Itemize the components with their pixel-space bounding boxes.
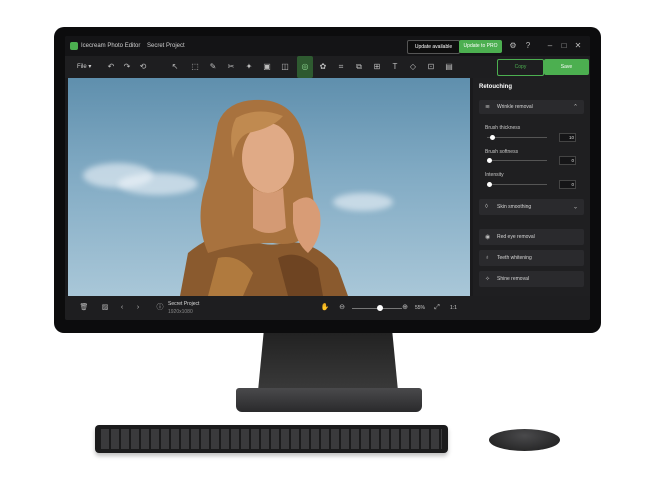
info-icon[interactable]: ⓘ [155,303,165,313]
brush-softness-value[interactable]: 0 [559,156,576,165]
chevron-right-icon[interactable]: › [133,303,143,313]
brush-softness-label: Brush softness [485,149,519,155]
file-dimensions: 1920x1080 [168,309,193,315]
marquee-icon[interactable]: ⬚ [189,61,201,73]
app-window: Icecream Photo Editor Secret Project Upd… [65,36,590,320]
brush-thickness-value[interactable]: 10 [559,133,576,142]
tooth-icon: ♁ [485,255,490,261]
chevron-left-icon[interactable]: ‹ [117,303,127,313]
cut-icon[interactable]: ✂ [225,61,237,73]
shine-removal-row[interactable]: ✧ Shine removal [479,271,584,287]
mouse [489,429,560,451]
magic-wand-icon[interactable]: ✦ [243,61,255,73]
fit-screen-icon[interactable]: ⤢ [432,303,442,313]
chevron-up-icon: ⌃ [572,104,578,111]
file-name: Secret Project [168,301,200,307]
crop-icon[interactable]: ⌗ [335,61,347,73]
maximize-icon[interactable]: □ [559,41,569,51]
resize-icon[interactable]: ⧉ [353,61,365,73]
panel-title: Retouching [479,84,512,90]
trash-icon[interactable]: 🗑 [79,303,89,313]
zoom-in-icon[interactable]: ⊕ [400,303,410,313]
update-available-button[interactable]: Update available [407,40,460,54]
wrinkle-icon: ≋ [485,104,491,111]
intensity-knob[interactable] [487,182,492,187]
close-icon[interactable]: ✕ [573,41,583,51]
intensity-value[interactable]: 0 [559,180,576,189]
frame-icon[interactable]: ◫ [279,61,291,73]
select-arrow-icon[interactable]: ↖ [169,61,181,73]
status-bar: 🗑 ▨ ‹ › ⓘ Secret Project 1920x1080 ✋ ⊖ ⊕… [65,296,590,320]
skin-smoothing-row[interactable]: ◊ Skin smoothing ⌄ [479,199,584,215]
eye-icon: ◉ [485,234,491,241]
skin-smoothing-label: Skin smoothing [497,204,532,210]
brush-softness-track[interactable] [487,160,547,161]
upgrade-pro-button[interactable]: Update to PRO [459,40,502,53]
copy-button[interactable]: Copy [497,59,544,76]
red-eye-removal-row[interactable]: ◉ Red eye removal [479,229,584,245]
minimize-icon[interactable]: – [545,41,555,51]
color-wheel-icon[interactable]: ✿ [317,61,329,73]
drop-icon: ◊ [485,204,488,210]
text-icon[interactable]: T [389,61,401,73]
reset-icon[interactable]: ⟲ [137,61,149,73]
sparkle-icon: ✧ [485,276,491,283]
project-title: Secret Project [147,43,185,49]
settings-gear-icon[interactable]: ⚙ [508,41,518,51]
undo-icon[interactable]: ↶ [105,61,117,73]
brush-thickness-track[interactable] [487,137,547,138]
wrinkle-removal-label: Wrinkle removal [497,104,533,110]
drop-icon[interactable]: ◇ [407,61,419,73]
help-icon[interactable]: ? [523,41,533,51]
monitor-stand-neck [258,333,398,391]
portrait-figure [180,99,348,296]
monitor-stand-base [236,388,422,412]
teeth-whitening-row[interactable]: ♁ Teeth whitening [479,250,584,266]
chevron-down-icon: ⌄ [572,204,578,211]
image-icon[interactable]: ▣ [261,61,273,73]
hand-pan-icon[interactable]: ✋ [320,303,330,313]
shine-removal-label: Shine removal [497,276,529,282]
teeth-whitening-label: Teeth whitening [497,255,532,261]
brush-thickness-knob[interactable] [490,135,495,140]
save-button[interactable]: Save [544,59,589,75]
app-logo-icon [70,42,78,50]
brush-softness-knob[interactable] [487,158,492,163]
canvas-area [65,78,473,296]
toolbar: File ▾ ↶ ↷ ⟲ ↖ ⬚ ✎ ✂ ✦ ▣ ◫ ◎ ✿ ⌗ ⧉ ⊞ T ◇… [65,56,590,78]
collage-icon[interactable]: ▤ [443,61,455,73]
zoom-out-icon[interactable]: ⊖ [337,303,347,313]
zoom-slider-knob[interactable] [376,305,383,311]
intensity-label: Intensity [485,172,504,178]
keyboard [95,425,448,453]
intensity-track[interactable] [487,184,547,185]
actual-size-button[interactable]: 1:1 [450,305,457,311]
title-bar: Icecream Photo Editor Secret Project Upd… [65,36,590,56]
brush-icon[interactable]: ✎ [207,61,219,73]
redo-icon[interactable]: ↷ [121,61,133,73]
brush-thickness-label: Brush thickness [485,125,521,131]
file-menu[interactable]: File ▾ [77,63,91,70]
zoom-percent: 55% [415,305,426,311]
photo-frame-icon[interactable]: ⊡ [425,61,437,73]
adjust-icon[interactable]: ⊞ [371,61,383,73]
image-gallery-icon[interactable]: ▨ [100,303,110,313]
red-eye-label: Red eye removal [497,234,535,240]
app-title: Icecream Photo Editor [81,43,141,49]
photo-canvas[interactable] [68,78,470,296]
retouch-tool-icon[interactable]: ◎ [297,56,313,78]
wrinkle-removal-header[interactable]: ≋ Wrinkle removal ⌃ [479,100,584,114]
retouching-panel: Retouching ≋ Wrinkle removal ⌃ Brush thi… [473,78,590,296]
